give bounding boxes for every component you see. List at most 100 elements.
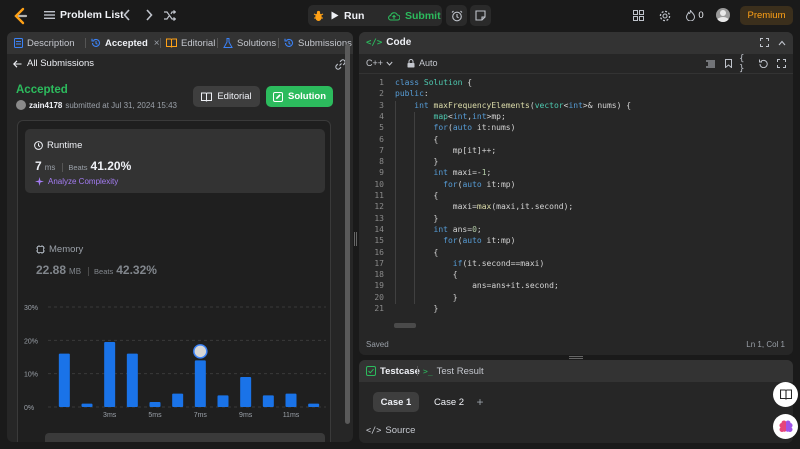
code-text: mp[it]++;	[395, 145, 497, 155]
tab-test-result[interactable]: >_ Test Result	[423, 360, 484, 382]
memory-title[interactable]: Memory	[36, 244, 83, 255]
autosave-indicator[interactable]: Auto	[407, 58, 438, 68]
maximize-icon[interactable]	[759, 37, 770, 48]
code-line[interactable]: 19 ans=ans+it.second;	[359, 281, 793, 292]
line-number: 18	[374, 270, 384, 280]
prev-problem-icon[interactable]	[121, 8, 133, 22]
code-line[interactable]: 11 {	[359, 191, 793, 202]
code-line[interactable]: 5 for(auto it:nums)	[359, 123, 793, 134]
code-line[interactable]: 9 int maxi=-1;	[359, 168, 793, 179]
code-horizontal-scrollbar[interactable]	[394, 323, 416, 328]
chart-bar[interactable]	[217, 395, 229, 407]
tab-editorial[interactable]: Editorial	[166, 32, 215, 54]
debug-icon[interactable]	[312, 9, 325, 22]
tab-divider	[217, 38, 218, 48]
language-select[interactable]: C++	[366, 58, 393, 68]
chart-bar[interactable]	[194, 360, 206, 407]
bookmark-icon[interactable]	[723, 58, 734, 69]
left-panel: Description Accepted × Editorial Solutio…	[7, 32, 353, 442]
runtime-box[interactable]: Runtime 7 ms Beats 41.20% Analyze Comple…	[25, 129, 325, 193]
tab-description[interactable]: Description	[14, 32, 75, 54]
code-line[interactable]: 3 int maxFrequencyElements(vector<int>& …	[359, 101, 793, 112]
chart-bar[interactable]	[172, 393, 184, 407]
tab-testcase[interactable]: Testcase	[366, 360, 420, 382]
braces-icon[interactable]: { }	[739, 54, 753, 74]
settings-gear-icon[interactable]	[658, 9, 671, 22]
code-footer: Saved Ln 1, Col 1	[359, 336, 793, 354]
floating-notes-button[interactable]	[773, 382, 798, 407]
submission-user[interactable]: zain4178	[29, 101, 62, 110]
tab-divider	[278, 38, 279, 48]
close-tab-icon[interactable]: ×	[154, 38, 160, 49]
code-line[interactable]: 21 }	[359, 304, 793, 315]
run-button[interactable]: Run	[331, 5, 364, 26]
source-toggle[interactable]: </> Source	[366, 425, 415, 436]
shuffle-icon[interactable]	[163, 8, 177, 22]
code-editor[interactable]: 1 class Solution {2 public: 3 int maxFreque…	[359, 78, 793, 328]
chart-bar[interactable]	[262, 395, 274, 407]
timer-button[interactable]	[446, 5, 467, 26]
user-avatar[interactable]	[716, 8, 730, 22]
vertical-resize-handle[interactable]	[354, 232, 357, 246]
code-line[interactable]: 14 int ans=0;	[359, 225, 793, 236]
code-line[interactable]: 8 }	[359, 157, 793, 168]
code-line[interactable]: 17 if(it.second==maxi)	[359, 259, 793, 270]
code-line[interactable]: 7 mp[it]++;	[359, 146, 793, 157]
chart-bar[interactable]	[58, 353, 70, 407]
reset-icon[interactable]	[758, 58, 769, 69]
indent-guide	[395, 100, 396, 304]
streak-counter[interactable]: 0	[683, 9, 707, 22]
leetcode-logo-icon[interactable]	[12, 7, 30, 25]
horizontal-resize-handle[interactable]	[569, 356, 583, 359]
submit-button[interactable]: Submit	[388, 5, 441, 26]
next-problem-icon[interactable]	[143, 8, 155, 22]
analyze-complexity-link[interactable]: Analyze Complexity	[35, 177, 118, 186]
code-line[interactable]: 12 maxi=max(maxi,it.second);	[359, 202, 793, 213]
code-line[interactable]: 4 map<int,int>mp;	[359, 112, 793, 123]
add-case-button[interactable]: +	[471, 392, 489, 412]
chart-bar[interactable]	[81, 403, 93, 407]
code-line[interactable]: 6 {	[359, 135, 793, 146]
code-line[interactable]: 10 for(auto it:mp)	[359, 180, 793, 191]
tab-solutions[interactable]: Solutions	[223, 32, 276, 54]
fullscreen-icon[interactable]	[776, 58, 787, 69]
line-number: 5	[379, 123, 384, 133]
left-panel-scroll-thumb[interactable]	[345, 44, 350, 424]
case-1-button[interactable]: Case 1	[373, 392, 419, 412]
distribution-minimap[interactable]: 3ms5ms7ms9ms11ms	[45, 433, 325, 442]
code-line[interactable]: 18 {	[359, 270, 793, 281]
case-2-button[interactable]: Case 2	[426, 392, 472, 412]
lock-icon	[407, 58, 415, 67]
tab-divider	[85, 38, 86, 48]
chart-bar[interactable]	[285, 393, 297, 407]
layout-grid-icon[interactable]	[632, 9, 645, 22]
code-line[interactable]: 1 class Solution {	[359, 78, 793, 89]
all-submissions-link[interactable]: All Submissions	[13, 58, 94, 69]
code-line[interactable]: 20 }	[359, 293, 793, 304]
problem-list-icon[interactable]	[43, 9, 55, 21]
chart-bar[interactable]	[126, 353, 138, 407]
document-icon	[14, 38, 23, 48]
tab-accepted[interactable]: Accepted ×	[91, 32, 160, 54]
collapse-chevron-icon[interactable]	[776, 37, 787, 48]
line-number: 6	[379, 134, 384, 144]
editorial-button[interactable]: Editorial	[193, 86, 260, 107]
chart-bar[interactable]	[149, 402, 161, 407]
solution-button[interactable]: Solution	[266, 86, 333, 107]
code-line[interactable]: 13 }	[359, 214, 793, 225]
code-line[interactable]: 2 public:	[359, 89, 793, 100]
chart-bar[interactable]	[104, 342, 116, 407]
code-line[interactable]: 16 {	[359, 248, 793, 259]
line-number: 11	[374, 191, 384, 200]
chart-bar[interactable]	[240, 377, 252, 407]
chart-bar[interactable]	[308, 403, 320, 407]
tab-submissions[interactable]: Submissions	[284, 32, 352, 54]
code-line[interactable]: 15 for(auto it:mp)	[359, 236, 793, 247]
indent-guide	[414, 111, 415, 304]
problem-list-link[interactable]: Problem List	[60, 9, 124, 21]
notes-button[interactable]	[470, 5, 491, 26]
premium-button[interactable]: Premium	[740, 6, 793, 25]
floating-ai-button[interactable]	[773, 414, 798, 439]
runtime-distribution-chart[interactable]: 30% 20% 10% 0% 3ms 5ms 7ms 9ms 11ms	[18, 301, 332, 421]
format-code-icon[interactable]	[705, 58, 716, 69]
